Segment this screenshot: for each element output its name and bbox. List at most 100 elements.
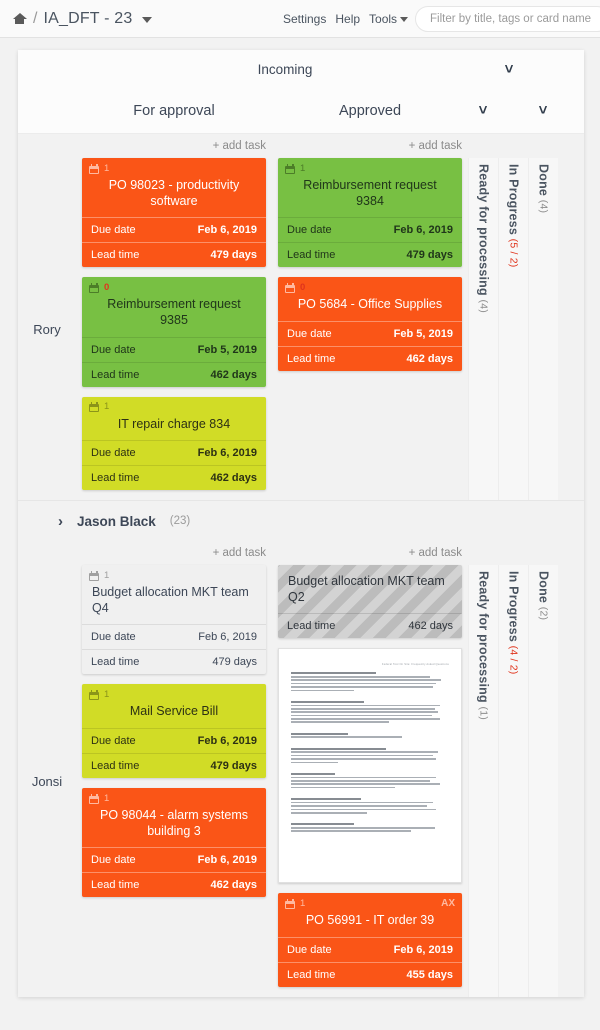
card-header: 1	[82, 565, 266, 582]
card-lead-time-value: 479 days	[210, 760, 257, 772]
home-icon[interactable]	[12, 12, 27, 26]
document-preview-card[interactable]: Federal Tool On Site: Frequently Asked Q…	[278, 648, 462, 884]
column-header-approved[interactable]: Approved	[272, 88, 468, 133]
card-lead-time-label: Lead time	[287, 620, 336, 633]
collapsed-column-name: Done	[536, 571, 551, 604]
column-cards-for-approval-lane1: 1 PO 98023 - productivity software Due d…	[76, 158, 272, 500]
collapsed-column-in-progress-lane1[interactable]: In Progress (5 / 2)	[498, 158, 528, 501]
card-lead-time-value: 479 days	[210, 249, 257, 262]
task-card[interactable]: 1 PO 98044 - alarm systems building 3 Du…	[82, 788, 266, 898]
card-due-date-row: Due date Feb 6, 2019	[82, 728, 266, 753]
collapsed-column-label: Ready for processing (1)	[477, 571, 491, 720]
collapsed-column-in-progress-lane3[interactable]: In Progress (4 / 2)	[498, 565, 528, 997]
card-badge-count: 1	[104, 792, 110, 804]
card-badge-count: 0	[300, 282, 306, 293]
task-card[interactable]: 1 IT repair charge 834 Due date Feb 6, 2…	[82, 396, 266, 491]
card-due-date-value: Feb 6, 2019	[197, 447, 257, 460]
add-task-for-approval-lane3[interactable]: + add task	[76, 541, 272, 565]
swimlane-jonsi: Jonsi 1 Budget allocation MKT team Q4 Du…	[18, 565, 584, 997]
calendar-icon	[89, 689, 99, 700]
kanban-board: Incoming ˅ For approval Approved ˅ ˅ + a…	[18, 50, 584, 997]
card-lead-time-value: 479 days	[406, 249, 453, 262]
card-due-date-label: Due date	[91, 631, 136, 644]
search-input[interactable]	[430, 13, 600, 25]
collapsed-column-name: Ready for processing	[476, 571, 491, 703]
card-title: Budget allocation MKT team Q2	[288, 574, 445, 604]
task-card[interactable]: 1 Budget allocation MKT team Q4 Due date…	[82, 565, 266, 675]
card-lead-time-label: Lead time	[91, 472, 140, 485]
card-title: Budget allocation MKT team Q4	[92, 585, 249, 615]
card-badge-count: 1	[300, 162, 306, 174]
collapsed-column-count: (5 / 2)	[507, 238, 520, 268]
add-task-row-lane1: + add task + add task	[18, 134, 584, 158]
card-lead-time-label: Lead time	[91, 656, 140, 669]
chevron-down-icon: ˅	[538, 102, 548, 119]
collapsed-column-done-lane3[interactable]: Done (2)	[528, 565, 558, 997]
header-spacer-2	[524, 50, 554, 88]
card-header: 1	[82, 397, 266, 414]
collapsed-column-count: (1)	[477, 706, 490, 721]
collapsed-column-ready-for-processing-lane3[interactable]: Ready for processing (1)	[468, 565, 498, 997]
swimlane-label-jason-black: Jason Black	[77, 513, 156, 529]
column-header-approved-label: Approved	[338, 102, 402, 119]
task-card[interactable]: 1 Reimbursement request 9384 Due date Fe…	[278, 158, 462, 268]
collapsed-column-label: Done (2)	[537, 571, 551, 620]
collapsed-column-name: Ready for processing	[476, 164, 491, 296]
chevron-right-icon[interactable]: ›	[58, 513, 63, 530]
add-task-for-approval-lane1[interactable]: + add task	[76, 134, 272, 158]
task-card[interactable]: 1 PO 98023 - productivity software Due d…	[82, 158, 266, 268]
card-lead-time-row: Lead time 462 days	[82, 361, 266, 387]
card-lead-time-label: Lead time	[287, 969, 336, 981]
collapse-incoming-button[interactable]: ˅	[494, 50, 524, 88]
collapsed-column-label: Done (4)	[537, 164, 551, 213]
card-due-date-value: Feb 6, 2019	[393, 224, 453, 237]
collapsed-column-count: (2)	[537, 606, 550, 621]
column-header-for-approval[interactable]: For approval	[76, 88, 272, 133]
add-task-approved-lane1[interactable]: + add task	[272, 134, 468, 158]
nav-help[interactable]: Help	[335, 12, 360, 26]
card-lead-time-row: Lead time 462 days	[278, 613, 462, 638]
calendar-icon	[89, 793, 99, 804]
card-header: 1 AX	[278, 893, 462, 910]
nav-settings[interactable]: Settings	[283, 12, 326, 26]
collapse-approved-button[interactable]: ˅	[468, 88, 498, 133]
swimlane-label-jonsi[interactable]: Jonsi	[18, 565, 76, 997]
document-title: Federal Tool On Site: Frequently Asked Q…	[381, 663, 449, 667]
chevron-down-icon[interactable]	[141, 17, 152, 23]
column-header-incoming[interactable]: Incoming	[76, 50, 494, 88]
calendar-icon	[89, 570, 99, 581]
card-header: 1	[82, 158, 266, 175]
breadcrumb: / IA_DFT - 23	[0, 10, 152, 28]
card-due-date-label: Due date	[91, 447, 136, 460]
card-due-date-row: Due date Feb 5, 2019	[278, 320, 462, 346]
card-due-date-row: Due date Feb 6, 2019	[278, 217, 462, 242]
swimlane-jason-black-collapsed[interactable]: › Jason Black (23)	[18, 501, 584, 542]
nav-tools[interactable]: Tools	[369, 12, 409, 26]
task-card[interactable]: 1 AX PO 56991 - IT order 39 Due date Feb…	[278, 893, 462, 987]
column-cards-for-approval-lane3: 1 Budget allocation MKT team Q4 Due date…	[76, 565, 272, 997]
card-due-date-row: Due date Feb 6, 2019	[82, 440, 266, 465]
document-body	[291, 672, 449, 832]
task-card[interactable]: 1 Mail Service Bill Due date Feb 6, 2019…	[82, 684, 266, 778]
collapsed-column-count: (4 / 2)	[507, 645, 520, 675]
calendar-icon	[285, 282, 295, 293]
task-card-blocked[interactable]: Budget allocation MKT team Q2 Lead time …	[278, 565, 462, 639]
task-card[interactable]: 0 PO 5684 - Office Supplies Due date Feb…	[278, 277, 462, 371]
calendar-icon	[89, 402, 99, 412]
collapsed-column-name: In Progress	[506, 571, 521, 643]
collapsed-column-ready-for-processing-lane1[interactable]: Ready for processing (4)	[468, 158, 498, 501]
card-title: PO 5684 - Office Supplies	[297, 297, 443, 312]
collapsed-column-done-lane1[interactable]: Done (4)	[528, 158, 558, 501]
collapse-done-button[interactable]: ˅	[528, 88, 558, 133]
card-header: 0	[278, 277, 462, 294]
task-card[interactable]: 0 Reimbursement request 9385 Due date Fe…	[82, 277, 266, 387]
board-title[interactable]: IA_DFT - 23	[43, 10, 132, 28]
swimlane-label-rory[interactable]: Rory	[18, 158, 76, 500]
filter-box[interactable]	[415, 6, 600, 32]
card-due-date-label: Due date	[287, 944, 332, 956]
header-spacer-5	[498, 88, 528, 133]
add-task-approved-lane3[interactable]: + add task	[272, 541, 468, 565]
